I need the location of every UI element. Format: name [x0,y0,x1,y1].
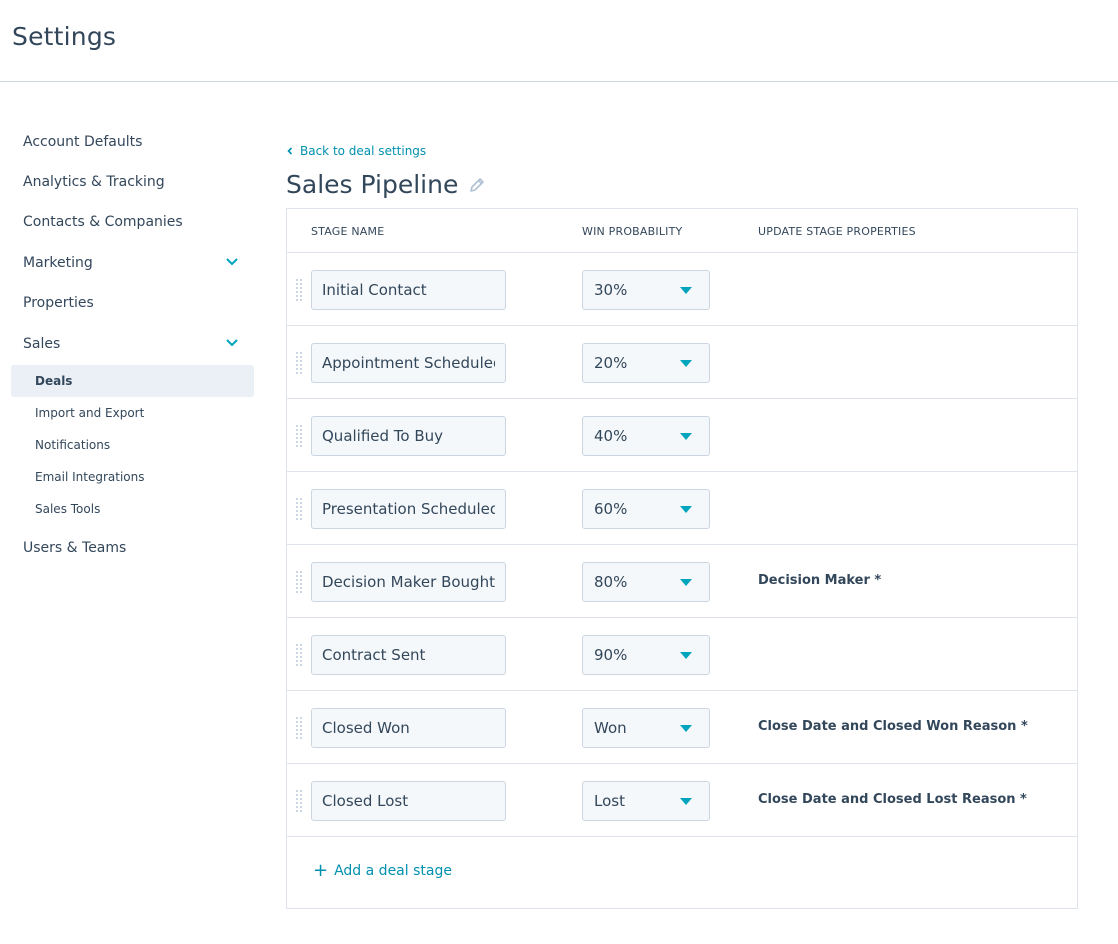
column-header-update-stage-properties: UPDATE STAGE PROPERTIES [758,225,916,238]
caret-down-icon [680,579,692,586]
win-probability-select[interactable]: 40% [582,416,710,456]
table-row: 20% [287,326,1077,399]
win-probability-value: 80% [594,573,628,591]
sidebar-subitem-import-export[interactable]: Import and Export [11,397,254,429]
caret-down-icon [680,360,692,367]
drag-handle-icon[interactable] [296,352,302,374]
sidebar-item-properties[interactable]: Properties [23,293,255,313]
chevron-down-icon[interactable] [225,336,239,350]
column-header-win-probability: WIN PROBABILITY [582,225,683,238]
win-probability-select[interactable]: 90% [582,635,710,675]
table-row: 40% [287,399,1077,472]
win-probability-select[interactable]: Lost [582,781,710,821]
win-probability-value: 30% [594,281,628,299]
stage-name-input[interactable] [311,416,506,456]
page-header-title: Settings [12,22,117,51]
win-probability-value: 20% [594,354,628,372]
sidebar-item-sales[interactable]: Sales [23,334,255,354]
drag-handle-icon[interactable] [296,644,302,666]
stage-name-input[interactable] [311,270,506,310]
sidebar-item-account-defaults[interactable]: Account Defaults [23,132,255,152]
page-header: Settings [0,0,1118,82]
table-row: Won Close Date and Closed Won Reason * [287,691,1077,764]
sidebar-item-label: Sales [23,336,61,352]
caret-down-icon [680,725,692,732]
sidebar-subitem-label: Deals [35,374,73,388]
sidebar-subitem-email-integrations[interactable]: Email Integrations [11,461,254,493]
drag-handle-icon[interactable] [296,717,302,739]
sidebar-subitem-label: Sales Tools [35,502,101,516]
win-probability-select[interactable]: Won [582,708,710,748]
add-deal-stage-label: Add a deal stage [334,863,452,879]
win-probability-value: 60% [594,500,628,518]
table-row: Lost Close Date and Closed Lost Reason * [287,764,1077,837]
sidebar-item-label: Properties [23,295,94,311]
update-stage-properties-link[interactable]: Close Date and Closed Won Reason * [758,719,1028,734]
sidebar-subitem-sales-tools[interactable]: Sales Tools [11,493,254,525]
sidebar-item-label: Contacts & Companies [23,214,183,230]
drag-handle-icon[interactable] [296,790,302,812]
win-probability-value: 90% [594,646,628,664]
sidebar-subitem-deals[interactable]: Deals [11,365,254,397]
caret-down-icon [680,506,692,513]
caret-down-icon [680,287,692,294]
pencil-icon[interactable] [468,176,486,194]
caret-down-icon [680,433,692,440]
sidebar-subitem-label: Notifications [35,438,111,452]
sidebar-item-users-teams[interactable]: Users & Teams [23,538,255,558]
table-row: 90% [287,618,1077,691]
sidebar-item-label: Marketing [23,255,93,271]
win-probability-select[interactable]: 80% [582,562,710,602]
add-deal-stage-button[interactable]: + Add a deal stage [313,860,452,881]
sidebar-item-label: Users & Teams [23,540,127,556]
stage-name-input[interactable] [311,708,506,748]
back-to-deal-settings-link[interactable]: Back to deal settings [286,144,426,158]
stage-name-input[interactable] [311,635,506,675]
title-row: Sales Pipeline [286,170,486,199]
win-probability-select[interactable]: 20% [582,343,710,383]
drag-handle-icon[interactable] [296,571,302,593]
stage-name-input[interactable] [311,562,506,602]
table-header: STAGE NAME WIN PROBABILITY UPDATE STAGE … [287,209,1077,253]
win-probability-value: Lost [594,792,625,810]
sidebar-subitem-label: Email Integrations [35,470,145,484]
drag-handle-icon[interactable] [296,498,302,520]
stage-name-input[interactable] [311,343,506,383]
update-stage-properties-link[interactable]: Decision Maker * [758,573,881,588]
drag-handle-icon[interactable] [296,425,302,447]
sidebar-item-marketing[interactable]: Marketing [23,253,255,273]
chevron-down-icon[interactable] [225,255,239,269]
stage-name-input[interactable] [311,781,506,821]
win-probability-select[interactable]: 60% [582,489,710,529]
sidebar-item-label: Account Defaults [23,134,143,150]
page-title: Sales Pipeline [286,170,459,199]
settings-sidebar: Account Defaults Analytics & Tracking Co… [0,82,270,944]
update-stage-properties-link[interactable]: Close Date and Closed Lost Reason * [758,792,1027,807]
table-row: 80% Decision Maker * [287,545,1077,618]
sidebar-item-label: Analytics & Tracking [23,174,165,190]
win-probability-select[interactable]: 30% [582,270,710,310]
chevron-left-icon [287,147,293,155]
plus-icon: + [313,860,329,881]
back-link-label: Back to deal settings [300,144,427,158]
drag-handle-icon[interactable] [296,279,302,301]
caret-down-icon [680,652,692,659]
stage-name-input[interactable] [311,489,506,529]
pipeline-stages-table: STAGE NAME WIN PROBABILITY UPDATE STAGE … [286,208,1078,909]
sidebar-subitem-label: Import and Export [35,406,145,420]
column-header-stage-name: STAGE NAME [311,225,385,238]
win-probability-value: Won [594,719,627,737]
win-probability-value: 40% [594,427,628,445]
sidebar-item-analytics-tracking[interactable]: Analytics & Tracking [23,172,255,192]
caret-down-icon [680,798,692,805]
table-row: 60% [287,472,1077,545]
sidebar-subitem-notifications[interactable]: Notifications [11,429,254,461]
sidebar-item-contacts-companies[interactable]: Contacts & Companies [23,212,255,232]
table-row: 30% [287,253,1077,326]
